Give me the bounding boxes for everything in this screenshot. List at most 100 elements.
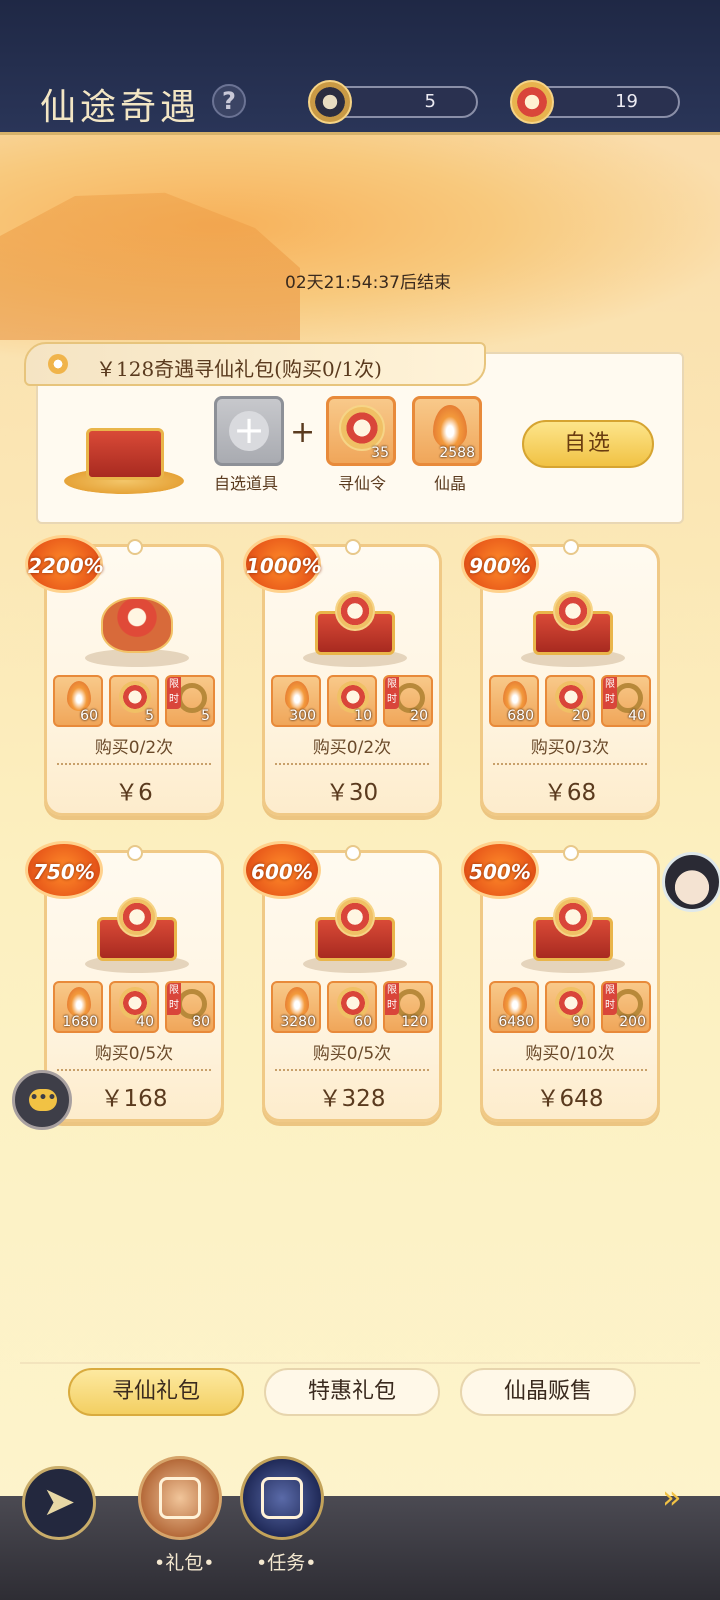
choose-button[interactable]: 自选: [522, 420, 654, 468]
token-item[interactable]: 5: [109, 675, 159, 727]
currency-token[interactable]: 19: [510, 80, 680, 124]
chat-bubble-glyph: •••: [29, 1089, 57, 1111]
crystal-icon: [67, 987, 91, 1017]
xun-xian-token-icon: [510, 80, 554, 124]
buy-limit: 购买0/10次: [525, 1044, 615, 1064]
tab-crystal-sale[interactable]: 仙晶贩售: [460, 1368, 636, 1416]
value-badge-text: 600%: [251, 860, 313, 884]
price: ￥168: [100, 1086, 168, 1112]
buy-limit: 购买0/3次: [530, 738, 610, 758]
coin: [335, 591, 375, 631]
crystal-icon: [285, 681, 309, 711]
buy-limit: 购买0/2次: [312, 738, 392, 758]
crystal-item[interactable]: 60: [53, 675, 103, 727]
tab-special-pack[interactable]: 特惠礼包: [264, 1368, 440, 1416]
ring-item[interactable]: 限时 40: [601, 675, 651, 727]
item-count: 300: [289, 708, 316, 724]
crystal-item[interactable]: 680: [489, 675, 539, 727]
treasure-chest-icon: [85, 897, 189, 973]
crystal-icon: [285, 987, 309, 1017]
limited-tag: 限时: [385, 983, 399, 1015]
crystal-icon: [433, 405, 467, 449]
choose-item-slot[interactable]: +: [214, 396, 284, 466]
value-badge: 750%: [25, 841, 103, 899]
token-item[interactable]: 90: [545, 981, 595, 1033]
coin: [553, 897, 593, 937]
value-badge: 500%: [461, 841, 539, 899]
featured-pack-title: ￥128奇遇寻仙礼包(购买0/1次): [96, 357, 382, 381]
pack-card[interactable]: 1000% 300 10 限时 20 购买0/2次 ￥30: [243, 535, 442, 816]
question-mark-icon[interactable]: ?: [212, 84, 246, 118]
treasure-chest-icon: [303, 897, 407, 973]
item-count: 200: [619, 1014, 646, 1030]
item-count: 20: [410, 708, 428, 724]
nav-task-button[interactable]: [240, 1456, 324, 1540]
ring-item[interactable]: 限时 80: [165, 981, 215, 1033]
coin: [335, 897, 375, 937]
chat-bubble-icon[interactable]: •••: [12, 1070, 72, 1130]
back-arrow-icon[interactable]: ➤: [22, 1466, 96, 1540]
gift-sack-icon: [85, 591, 189, 667]
card-pin: [563, 539, 579, 555]
pack-card[interactable]: 600% 3280 60 限时 120 购买0/5次 ￥328: [243, 841, 442, 1122]
npc-avatar[interactable]: [662, 852, 720, 912]
treasure-chest-icon: [521, 897, 625, 973]
item-count: 40: [628, 708, 646, 724]
value-badge-text: 500%: [469, 860, 531, 884]
limited-tag: 限时: [603, 677, 617, 709]
value-badge: 600%: [243, 841, 321, 899]
price: ￥68: [543, 780, 597, 806]
currency-token-value: 19: [615, 91, 638, 112]
sack: [101, 597, 173, 653]
crystal-item[interactable]: 6480: [489, 981, 539, 1033]
value-badge-text: 1000%: [246, 554, 322, 578]
divider: [493, 763, 647, 765]
card-pin: [563, 845, 579, 861]
coin: [117, 897, 157, 937]
task-icon: [261, 1477, 303, 1519]
chest-body: [86, 428, 164, 480]
ring-item[interactable]: 限时 20: [383, 675, 433, 727]
token-item[interactable]: 40: [109, 981, 159, 1033]
crystal-item[interactable]: 300: [271, 675, 321, 727]
crystal-item[interactable]: 3280: [271, 981, 321, 1033]
item-count: 5: [201, 708, 210, 724]
currency-coin[interactable]: 5: [308, 80, 478, 124]
treasure-chest-icon: [303, 591, 407, 667]
item-count: 35: [371, 445, 389, 461]
treasure-chest-icon: [64, 410, 184, 496]
double-chevron-right-icon[interactable]: »: [662, 1478, 682, 1516]
crystal-icon: [503, 987, 527, 1017]
value-badge: 2200%: [25, 535, 104, 593]
pack-card[interactable]: 750% 1680 40 限时 80 购买0/5次 ￥168: [25, 841, 224, 1122]
ring-item[interactable]: 限时 120: [383, 981, 433, 1033]
item-count: 120: [401, 1014, 428, 1030]
xun-xian-token-slot[interactable]: 35: [326, 396, 396, 466]
crystal-item[interactable]: 1680: [53, 981, 103, 1033]
pack-card[interactable]: 500% 6480 90 限时 200 购买0/10次 ￥648: [461, 841, 660, 1122]
pack-card[interactable]: 2200% 60 5 限时 5 购买0/2次 ￥6: [25, 535, 224, 816]
featured-pack-ribbon: ￥128奇遇寻仙礼包(购买0/1次): [24, 342, 486, 386]
limited-tag: 限时: [603, 983, 617, 1015]
item-count: 6480: [498, 1014, 534, 1030]
ring-item[interactable]: 限时 200: [601, 981, 651, 1033]
xian-jing-crystal-slot[interactable]: 2588: [412, 396, 482, 466]
ring-item[interactable]: 限时 5: [165, 675, 215, 727]
token-label: 寻仙令: [338, 474, 387, 493]
coin-dark-icon: [308, 80, 352, 124]
limited-tag: 限时: [167, 983, 181, 1015]
price: ￥6: [115, 780, 153, 806]
choose-item-label: 自选道具: [214, 474, 279, 493]
token-item[interactable]: 60: [327, 981, 377, 1033]
tab-xun-xian-pack[interactable]: 寻仙礼包: [68, 1368, 244, 1416]
item-count: 5: [145, 708, 154, 724]
pack-card[interactable]: 900% 680 20 限时 40 购买0/3次 ￥68: [461, 535, 660, 816]
nav-gift-button[interactable]: [138, 1456, 222, 1540]
page-title: 仙途奇遇: [40, 87, 201, 128]
token-item[interactable]: 20: [545, 675, 595, 727]
card-pin: [127, 845, 143, 861]
token-item[interactable]: 10: [327, 675, 377, 727]
item-count: 90: [572, 1014, 590, 1030]
nav-gift-label: •礼包•: [154, 1552, 215, 1574]
value-badge-text: 750%: [33, 860, 95, 884]
